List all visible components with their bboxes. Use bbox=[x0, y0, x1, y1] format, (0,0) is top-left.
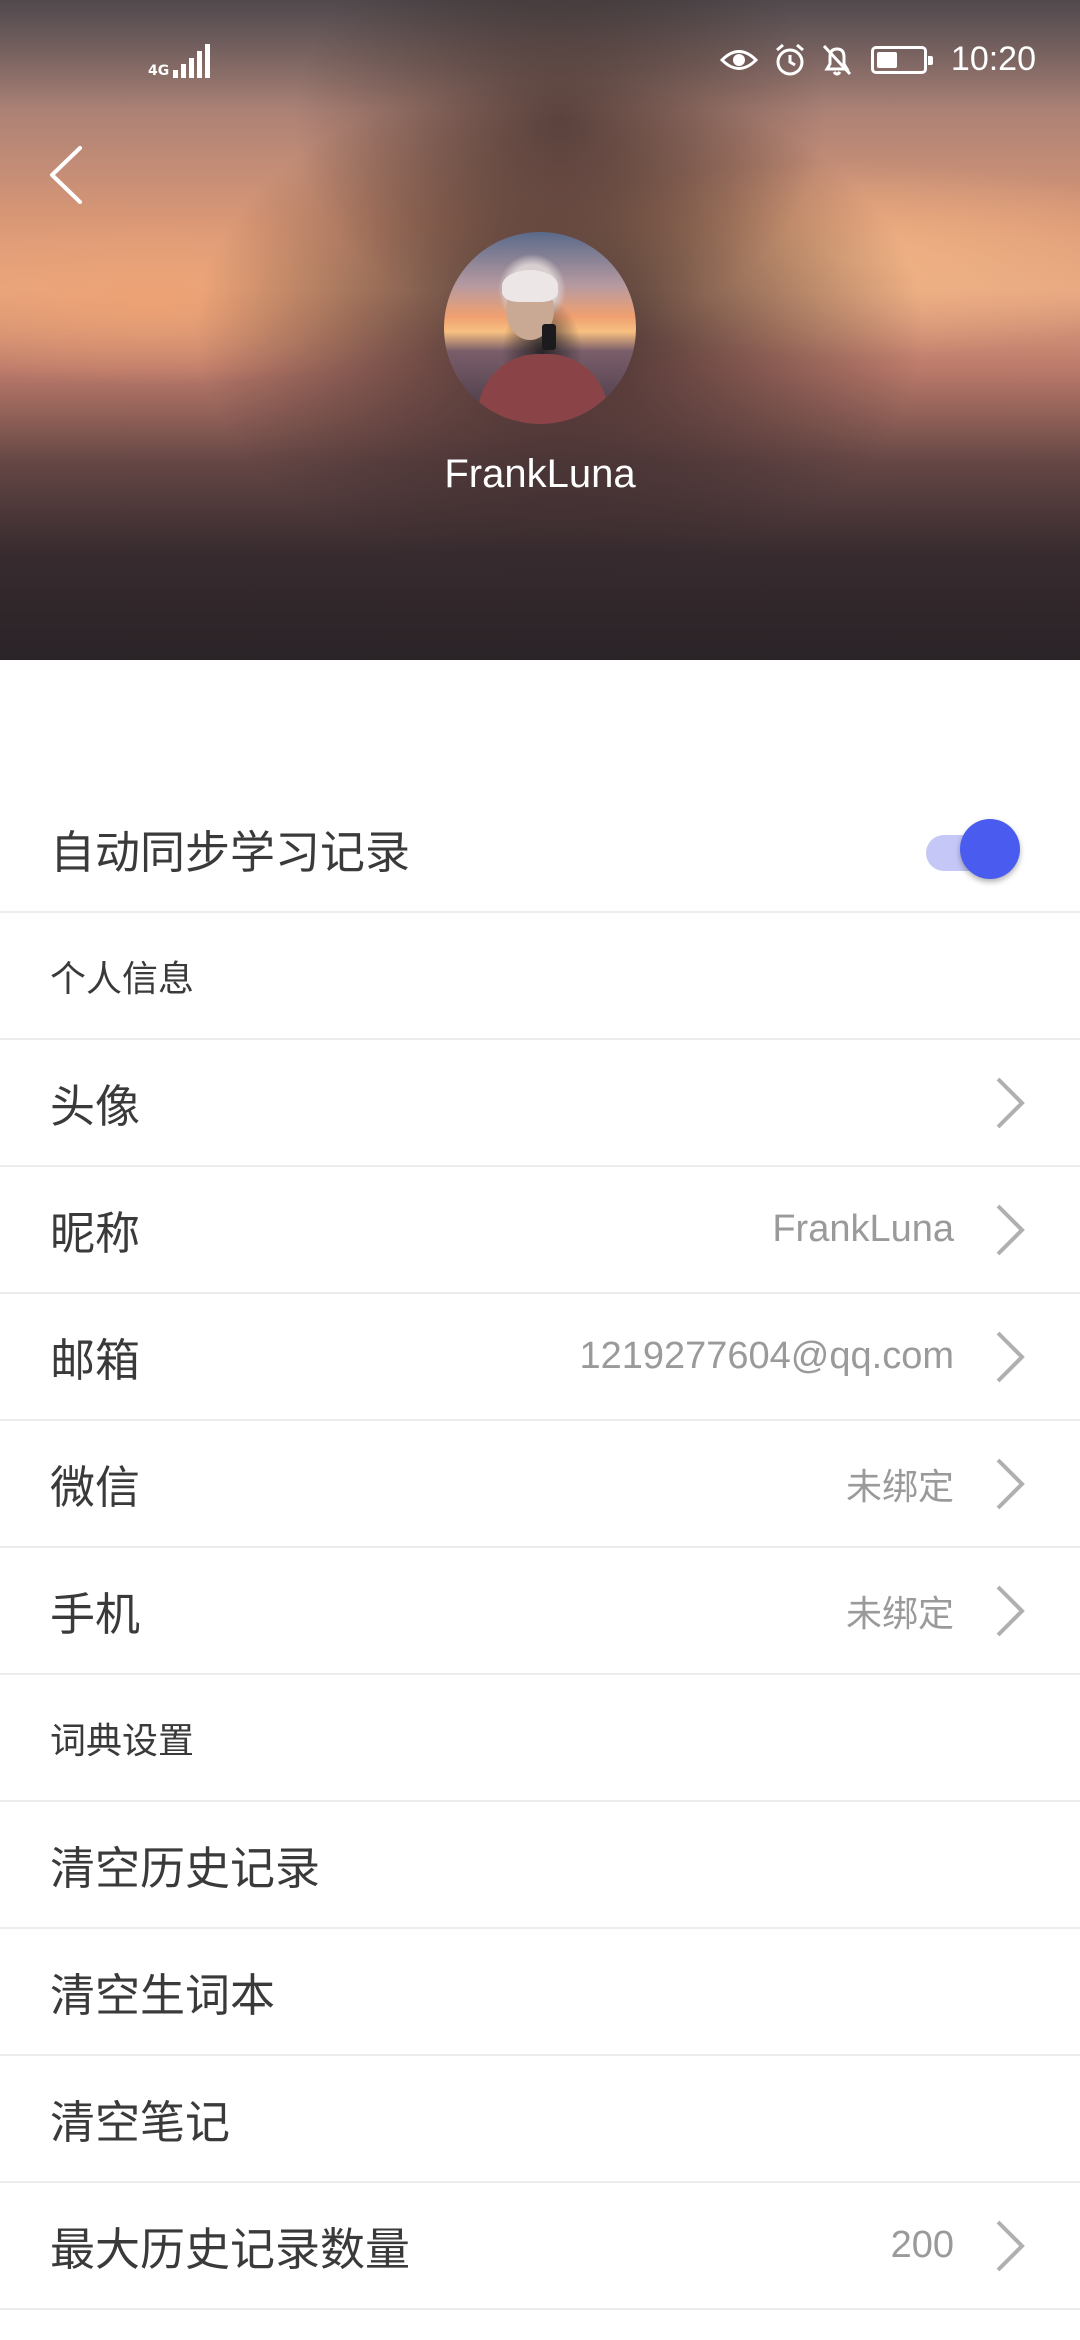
status-icons: 10:20 bbox=[719, 40, 1036, 79]
personal-info-section-header: 个人信息 bbox=[0, 913, 1080, 1040]
email-value: 1219277604@qq.com bbox=[579, 1335, 954, 1377]
signal-bars-icon bbox=[173, 44, 211, 78]
phone-row[interactable]: 手机 未绑定 bbox=[0, 1548, 1080, 1675]
phone-value: 未绑定 bbox=[845, 1593, 954, 1635]
avatar[interactable] bbox=[444, 232, 636, 424]
clear-vocab-label: 清空生词本 bbox=[50, 1969, 276, 2022]
network-type: 4G bbox=[148, 63, 170, 79]
auto-sync-row[interactable]: 自动同步学习记录 bbox=[0, 786, 1080, 913]
chevron-right-icon bbox=[996, 2220, 1025, 2271]
avatar-row[interactable]: 头像 bbox=[0, 1040, 1080, 1167]
clear-notes-label: 清空笔记 bbox=[50, 2096, 231, 2149]
email-label: 邮箱 bbox=[50, 1334, 141, 1387]
section-label: 个人信息 bbox=[50, 958, 195, 1000]
dictionary-settings-section-header: 词典设置 bbox=[0, 1675, 1080, 1802]
eye-icon bbox=[719, 49, 759, 70]
max-history-label: 最大历史记录数量 bbox=[50, 2223, 411, 2276]
clear-history-label: 清空历史记录 bbox=[50, 1842, 321, 1895]
back-arrow-icon[interactable] bbox=[40, 140, 100, 210]
auto-sync-toggle[interactable] bbox=[920, 818, 1020, 879]
profile-header: 4G 10:20 FrankLuna bbox=[0, 0, 1080, 660]
battery-icon bbox=[870, 45, 933, 74]
signal-indicator: 4G bbox=[148, 44, 211, 79]
alarm-icon bbox=[775, 43, 804, 75]
auto-sync-label: 自动同步学习记录 bbox=[50, 826, 411, 879]
max-history-value: 200 bbox=[890, 2224, 954, 2266]
nickname-label: 昵称 bbox=[50, 1207, 141, 1260]
username: FrankLuna bbox=[444, 452, 636, 496]
nickname-value: FrankLuna bbox=[772, 1208, 954, 1250]
section-label: 词典设置 bbox=[50, 1720, 195, 1762]
chevron-right-icon bbox=[996, 1585, 1025, 1636]
clear-notes-row[interactable]: 清空笔记 bbox=[0, 2056, 1080, 2183]
wechat-row[interactable]: 微信 未绑定 bbox=[0, 1421, 1080, 1548]
chevron-right-icon bbox=[996, 1204, 1025, 1255]
chevron-right-icon bbox=[996, 1077, 1025, 1128]
max-history-row[interactable]: 最大历史记录数量 200 bbox=[0, 2183, 1080, 2310]
settings-list: 自动同步学习记录 个人信息 头像 昵称 FrankLuna 邮箱 1219277… bbox=[0, 786, 1080, 2310]
chevron-right-icon bbox=[996, 1331, 1025, 1382]
clock: 10:20 bbox=[950, 40, 1036, 78]
wechat-value: 未绑定 bbox=[845, 1466, 954, 1508]
nickname-row[interactable]: 昵称 FrankLuna bbox=[0, 1167, 1080, 1294]
battery-level bbox=[876, 51, 897, 68]
avatar-label: 头像 bbox=[50, 1080, 141, 1133]
chevron-right-icon bbox=[996, 1458, 1025, 1509]
bell-off-icon bbox=[822, 44, 852, 75]
clear-history-row[interactable]: 清空历史记录 bbox=[0, 1802, 1080, 1929]
phone-label: 手机 bbox=[50, 1588, 141, 1641]
wechat-label: 微信 bbox=[50, 1461, 141, 1514]
status-bar: 4G 10:20 bbox=[0, 0, 1080, 110]
clear-vocab-row[interactable]: 清空生词本 bbox=[0, 1929, 1080, 2056]
email-row[interactable]: 邮箱 1219277604@qq.com bbox=[0, 1294, 1080, 1421]
